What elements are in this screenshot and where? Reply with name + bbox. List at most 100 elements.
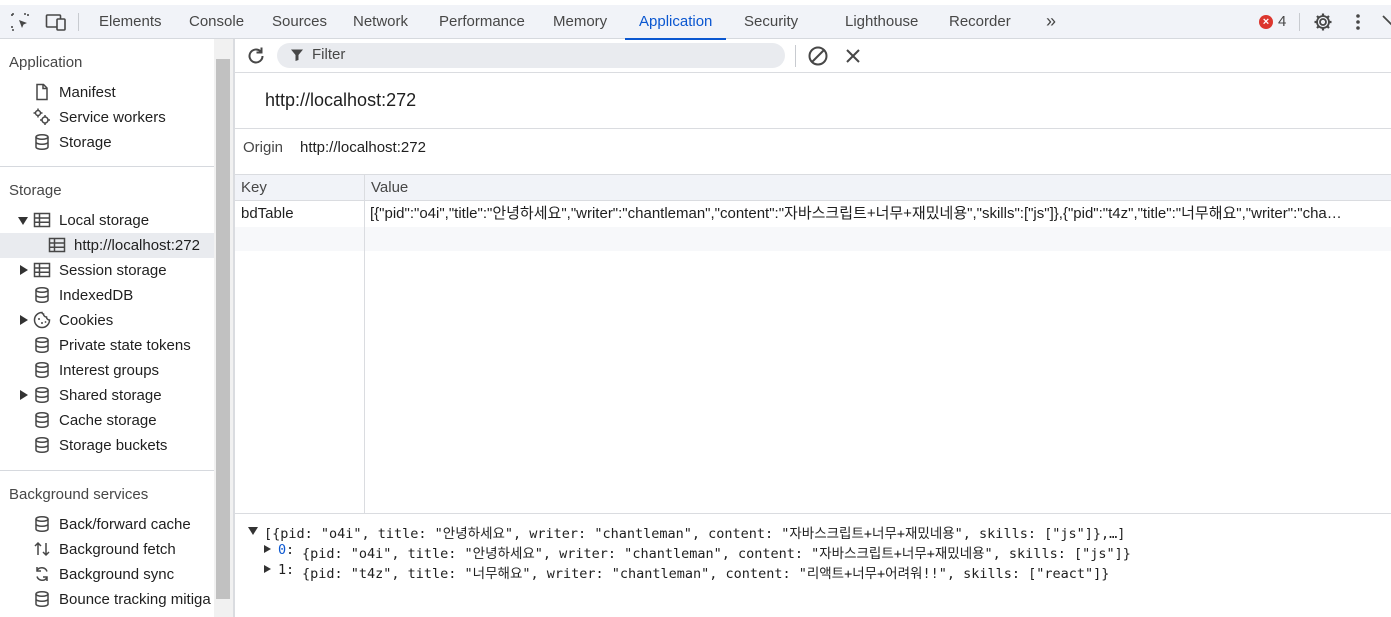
sidebar-scrollbar[interactable] (214, 39, 233, 617)
tab-elements[interactable]: Elements (99, 5, 162, 39)
sidebar-item-indexeddb[interactable]: IndexedDB (0, 283, 214, 308)
sidebar-item-session-storage[interactable]: Session storage (0, 258, 214, 283)
sidebar-item-label: Storage buckets (59, 437, 168, 454)
cell-value[interactable]: [{"pid":"o4i","title":"안녕하세요","writer":"… (370, 201, 1388, 227)
sidebar-item-shared-storage[interactable]: Shared storage (0, 383, 214, 408)
column-header-key[interactable]: Key (235, 175, 364, 201)
table-row[interactable]: bdTable [{"pid":"o4i","title":"안녕하세요","w… (235, 201, 1391, 227)
tab-lighthouse[interactable]: Lighthouse (845, 5, 918, 39)
sidebar-item-label: Manifest (59, 84, 116, 101)
storage-origin-title: http://localhost:272 (265, 90, 417, 110)
tab-recorder[interactable]: Recorder (949, 5, 1011, 39)
preview-item-colon: : (286, 562, 295, 578)
expand-arrow-icon[interactable] (18, 217, 28, 225)
more-tabs-icon[interactable]: » (1046, 5, 1056, 39)
sidebar-divider (0, 470, 214, 471)
section-title-background-services: Background services (9, 486, 149, 503)
filter-placeholder: Filter (312, 46, 346, 63)
section-title-storage: Storage (9, 182, 62, 199)
sidebar-item-storage-buckets[interactable]: Storage buckets (0, 433, 214, 458)
application-sidebar: Application Manifest Service workers Sto… (0, 39, 214, 617)
tabbar-divider-right (1299, 13, 1300, 31)
toolbar-divider (795, 45, 796, 67)
database-icon (33, 436, 51, 454)
sidebar-item-manifest[interactable]: Manifest (33, 80, 214, 105)
tab-memory[interactable]: Memory (553, 5, 607, 39)
local-storage-table: Key Value bdTable [{"pid":"o4i","title":… (235, 174, 1391, 514)
sidebar-item-label: Cache storage (59, 412, 157, 429)
collapse-arrow-icon[interactable] (264, 545, 271, 553)
cookie-icon (33, 311, 51, 329)
preview-item-text: {pid: "t4z", title: "너무해요", writer: "cha… (302, 566, 1110, 582)
sidebar-item-background-fetch[interactable]: Background fetch (0, 537, 214, 562)
sidebar-divider (0, 166, 214, 167)
delete-selected-icon[interactable] (843, 46, 863, 66)
close-devtools-icon[interactable] (1381, 12, 1391, 32)
collapse-arrow-icon[interactable] (264, 565, 271, 573)
sidebar-item-bounce-tracking[interactable]: Bounce tracking mitiga (0, 587, 214, 612)
tab-security[interactable]: Security (744, 5, 798, 39)
tab-application[interactable]: Application (624, 5, 727, 40)
tab-sources[interactable]: Sources (272, 5, 327, 39)
sidebar-scrollbar-thumb[interactable] (216, 59, 230, 599)
tab-performance[interactable]: Performance (439, 5, 525, 39)
value-preview: [{pid: "o4i", title: "안녕하세요", writer: "c… (235, 515, 1391, 617)
refresh-icon[interactable] (245, 45, 267, 67)
sidebar-item-service-workers[interactable]: Service workers (33, 105, 214, 130)
database-icon (33, 411, 51, 429)
error-icon[interactable]: × (1259, 15, 1273, 29)
tabbar-divider (78, 13, 79, 31)
sidebar-item-cache-storage[interactable]: Cache storage (0, 408, 214, 433)
sidebar-item-private-state-tokens[interactable]: Private state tokens (0, 333, 214, 358)
sidebar-item-label: Session storage (59, 262, 167, 279)
device-toolbar-icon[interactable] (45, 12, 66, 32)
origin-label: Origin (243, 139, 284, 156)
collapse-arrow-icon[interactable] (20, 265, 28, 275)
sidebar-item-back-forward-cache[interactable]: Back/forward cache (0, 512, 214, 537)
database-icon (33, 515, 51, 533)
error-count[interactable]: 4 (1278, 5, 1286, 38)
sidebar-item-background-sync[interactable]: Background sync (0, 562, 214, 587)
sidebar-item-label: Shared storage (59, 387, 162, 404)
inspect-element-icon[interactable] (10, 12, 30, 32)
origin-value: http://localhost:272 (300, 139, 426, 156)
sidebar-item-label: Local storage (59, 212, 150, 229)
sidebar-item-label: Bounce tracking mitiga (59, 591, 211, 608)
sidebar-item-local-storage[interactable]: Local storage (0, 208, 214, 233)
sidebar-item-label: Background sync (59, 566, 175, 583)
clear-all-icon[interactable] (807, 45, 829, 67)
gears-icon (33, 108, 51, 126)
tab-console[interactable]: Console (189, 5, 244, 39)
sidebar-item-storage-overview[interactable]: Storage (33, 130, 214, 155)
document-icon (33, 83, 51, 101)
sidebar-item-label: http://localhost:272 (74, 237, 200, 254)
section-title-application: Application (9, 54, 83, 71)
sidebar-item-label: Private state tokens (59, 337, 191, 354)
sidebar-item-cookies[interactable]: Cookies (0, 308, 214, 333)
database-icon (33, 336, 51, 354)
sidebar-item-interest-groups[interactable]: Interest groups (0, 358, 214, 383)
database-icon (33, 386, 51, 404)
expand-arrow-icon[interactable] (248, 527, 258, 535)
tab-network[interactable]: Network (353, 5, 408, 39)
sidebar-item-label: Back/forward cache (59, 516, 191, 533)
collapse-arrow-icon[interactable] (20, 315, 28, 325)
cell-key[interactable]: bdTable (241, 201, 361, 227)
devtools-tabbar: Elements Console Sources Network Perform… (0, 5, 1391, 40)
sidebar-item-label: Cookies (59, 312, 114, 329)
collapse-arrow-icon[interactable] (20, 390, 28, 400)
database-icon (33, 286, 51, 304)
filter-input[interactable]: Filter (277, 43, 785, 68)
settings-gear-icon[interactable] (1313, 12, 1333, 32)
more-options-icon[interactable] (1348, 12, 1368, 32)
preview-item-colon: : (286, 542, 295, 558)
up-down-arrows-icon (33, 540, 51, 558)
table-row-empty (235, 227, 1391, 251)
column-header-value[interactable]: Value (365, 175, 1391, 201)
table-grid-icon (33, 211, 51, 229)
sidebar-item-local-storage-origin[interactable]: http://localhost:272 (0, 233, 214, 258)
preview-item-text: {pid: "o4i", title: "안녕하세요", writer: "ch… (302, 546, 1131, 562)
database-icon (33, 590, 51, 608)
column-divider[interactable] (364, 175, 365, 513)
preview-summary: [{pid: "o4i", title: "안녕하세요", writer: "c… (264, 526, 1126, 542)
